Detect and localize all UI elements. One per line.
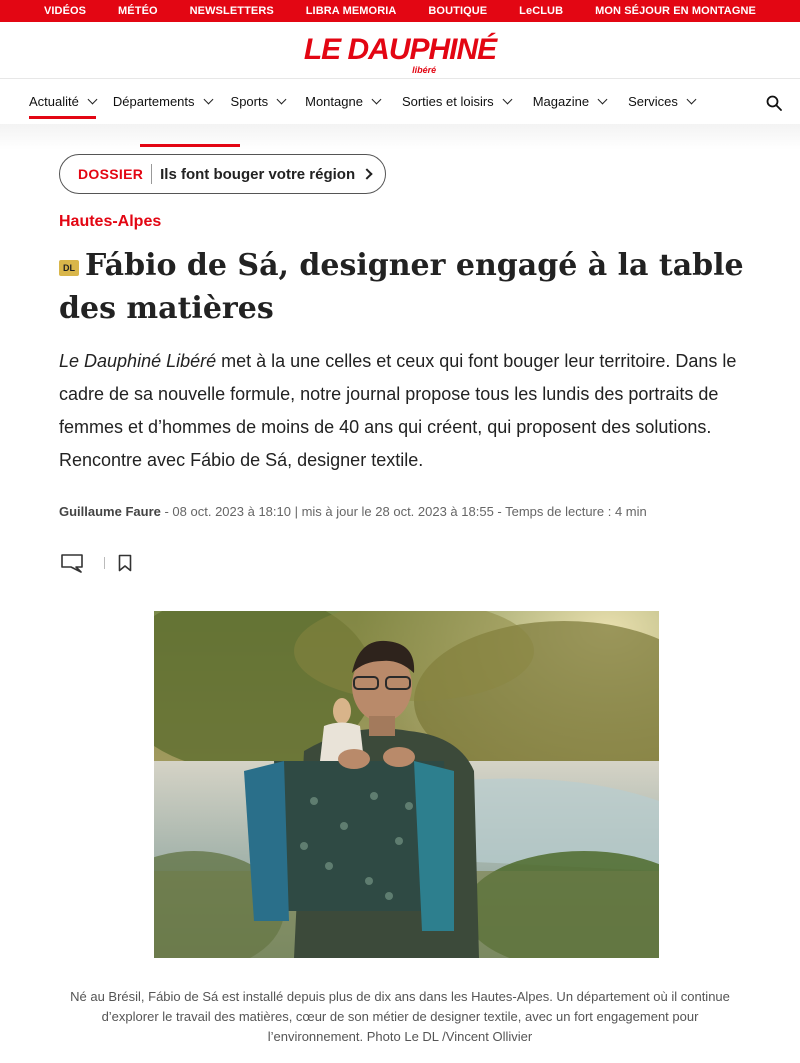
nav-item-sorties-loisirs[interactable]: Sorties et loisirs	[401, 79, 513, 125]
logo-main-text: LE DAUPHINÉ	[303, 33, 497, 66]
nav-item-label: Services	[628, 94, 678, 109]
nav-item-actualite[interactable]: Actualité	[29, 79, 98, 125]
topbar-link-leclub[interactable]: LeCLUB	[519, 5, 563, 17]
topbar-link-boutique[interactable]: BOUTIQUE	[428, 5, 487, 17]
chevron-down-icon	[371, 94, 382, 105]
site-logo[interactable]: LE DAUPHINÉ libéré	[0, 22, 800, 78]
nav-submenu-shadow	[0, 124, 800, 150]
nav-item-label: Montagne	[305, 94, 363, 109]
main-nav: Actualité Départements Sports Montagne S…	[0, 78, 800, 124]
article-section[interactable]: Hautes-Alpes	[59, 213, 161, 231]
actions-divider	[104, 557, 105, 569]
nav-item-label: Magazine	[532, 94, 590, 109]
chevron-down-icon	[502, 94, 513, 105]
dossier-title: Ils font bouger votre région	[160, 165, 356, 183]
nav-item-magazine[interactable]: Magazine	[532, 79, 608, 125]
chevron-down-icon	[87, 94, 98, 105]
article-title: DL Fábio de Sá, designer engagé à la tabl…	[59, 244, 759, 330]
article-actions	[60, 553, 132, 573]
dossier-separator	[151, 164, 153, 184]
article-title-text: Fábio de Sá, designer engagé à la table …	[59, 248, 744, 326]
article-meta: - 08 oct. 2023 à 18:10 | mis à jour le 2…	[160, 504, 647, 519]
article-lead: Le Dauphiné Libéré met à la une celles e…	[59, 345, 749, 477]
lead-newspaper-name: Le Dauphiné Libéré	[59, 351, 217, 371]
topbar-link-libra-memoria[interactable]: LIBRA MEMORIA	[306, 5, 397, 17]
nav-item-sports[interactable]: Sports	[230, 79, 287, 125]
nav-item-montagne[interactable]: Montagne	[305, 79, 382, 125]
nav-item-services[interactable]: Services	[628, 79, 697, 125]
chevron-down-icon	[276, 94, 287, 105]
nav-item-label: Actualité	[29, 94, 79, 109]
chevron-down-icon	[203, 94, 213, 105]
article-byline: Guillaume Faure - 08 oct. 2023 à 18:10 |…	[59, 504, 647, 519]
comment-icon[interactable]	[60, 553, 84, 573]
topbar-link-sejour-montagne[interactable]: MON SÉJOUR EN MONTAGNE	[595, 5, 756, 17]
article-photo[interactable]	[154, 611, 659, 958]
photo-caption: Né au Brésil, Fábio de Sá est installé d…	[70, 989, 730, 1044]
bookmark-icon[interactable]	[118, 554, 132, 572]
nav-item-label: Sorties et loisirs	[401, 94, 494, 109]
logo-wordmark: LE DAUPHINÉ libéré	[303, 33, 497, 76]
photo-portrait	[154, 611, 659, 958]
logo-sub-text: libéré	[412, 65, 437, 75]
submenu-indicator	[140, 144, 240, 147]
chevron-right-icon	[361, 168, 373, 180]
nav-item-label: Départements	[112, 94, 195, 109]
chevron-down-icon	[597, 94, 608, 105]
nav-item-departements[interactable]: Départements	[112, 79, 213, 125]
topbar-link-newsletters[interactable]: NEWSLETTERS	[190, 5, 274, 17]
top-bar: VIDÉOS MÉTÉO NEWSLETTERS LIBRA MEMORIA B…	[0, 0, 800, 22]
topbar-link-videos[interactable]: VIDÉOS	[44, 5, 86, 17]
search-icon[interactable]	[766, 95, 782, 111]
dl-badge-icon: DL	[59, 260, 79, 276]
topbar-link-meteo[interactable]: MÉTÉO	[118, 5, 158, 17]
author-name[interactable]: Guillaume Faure	[59, 504, 161, 519]
dossier-tag: DOSSIER	[78, 166, 144, 182]
nav-item-label: Sports	[230, 94, 269, 109]
chevron-down-icon	[686, 94, 697, 105]
dossier-pill[interactable]: DOSSIER Ils font bouger votre région	[59, 154, 387, 194]
